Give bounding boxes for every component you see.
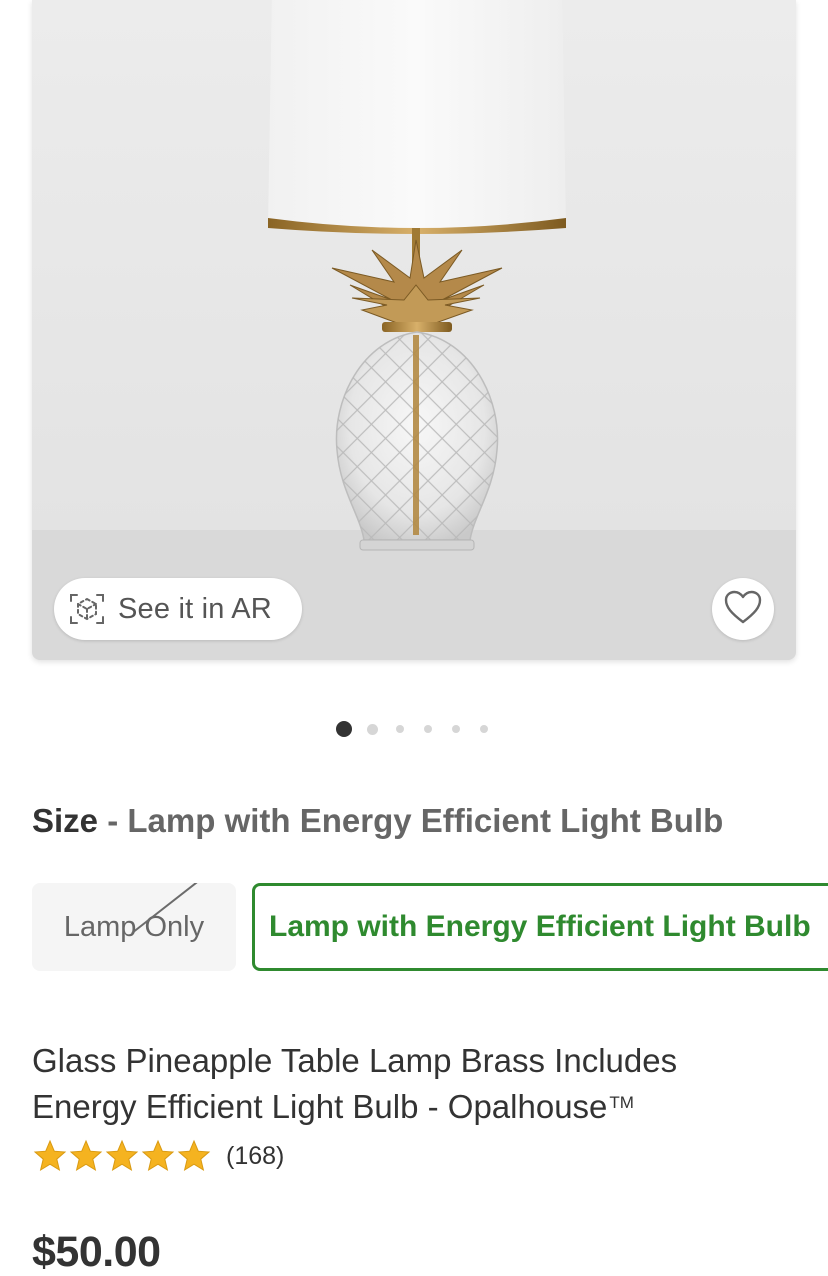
star-icon — [68, 1139, 104, 1173]
carousel-dot[interactable] — [424, 725, 432, 733]
size-option-label: Lamp Only — [63, 910, 205, 943]
size-option-lamp-with-bulb[interactable]: Lamp with Energy Efficient Light Bulb — [252, 883, 828, 971]
star-icon — [140, 1139, 176, 1173]
rating-stars — [32, 1139, 212, 1173]
carousel-dot[interactable] — [366, 723, 378, 735]
star-icon — [176, 1139, 212, 1173]
product-rating[interactable]: (168) — [32, 1138, 284, 1174]
size-option-label: Lamp with Energy Efficient Light Bulb — [269, 910, 811, 943]
product-image[interactable]: See it in AR — [32, 0, 796, 660]
see-in-ar-label: See it in AR — [118, 592, 272, 625]
size-key: Size — [32, 802, 99, 839]
star-icon — [104, 1139, 140, 1173]
size-selected-value: Lamp with Energy Efficient Light Bulb — [127, 802, 724, 839]
size-selected-summary: Size - Lamp with Energy Efficient Light … — [32, 802, 723, 840]
product-price: $50.00 — [32, 1228, 161, 1276]
lamp-photo — [32, 0, 796, 660]
carousel-dot[interactable] — [480, 725, 488, 733]
carousel-dot[interactable] — [452, 725, 460, 733]
trademark-mark: TM — [609, 1093, 634, 1112]
review-count: (168) — [226, 1141, 285, 1170]
star-icon — [32, 1139, 68, 1173]
see-in-ar-button[interactable]: See it in AR — [54, 578, 302, 640]
product-title-text: Glass Pineapple Table Lamp Brass Include… — [32, 1042, 678, 1125]
heart-outline-icon — [723, 589, 763, 630]
carousel-dot-active[interactable] — [336, 721, 352, 737]
carousel-dot[interactable] — [396, 725, 404, 733]
product-title: Glass Pineapple Table Lamp Brass Include… — [32, 1040, 772, 1128]
image-carousel-dots[interactable] — [0, 720, 828, 738]
size-option-lamp-only[interactable]: Lamp Only — [32, 883, 236, 971]
ar-cube-icon — [68, 590, 106, 628]
favorite-button[interactable] — [712, 578, 774, 640]
size-separator: - — [107, 802, 119, 839]
